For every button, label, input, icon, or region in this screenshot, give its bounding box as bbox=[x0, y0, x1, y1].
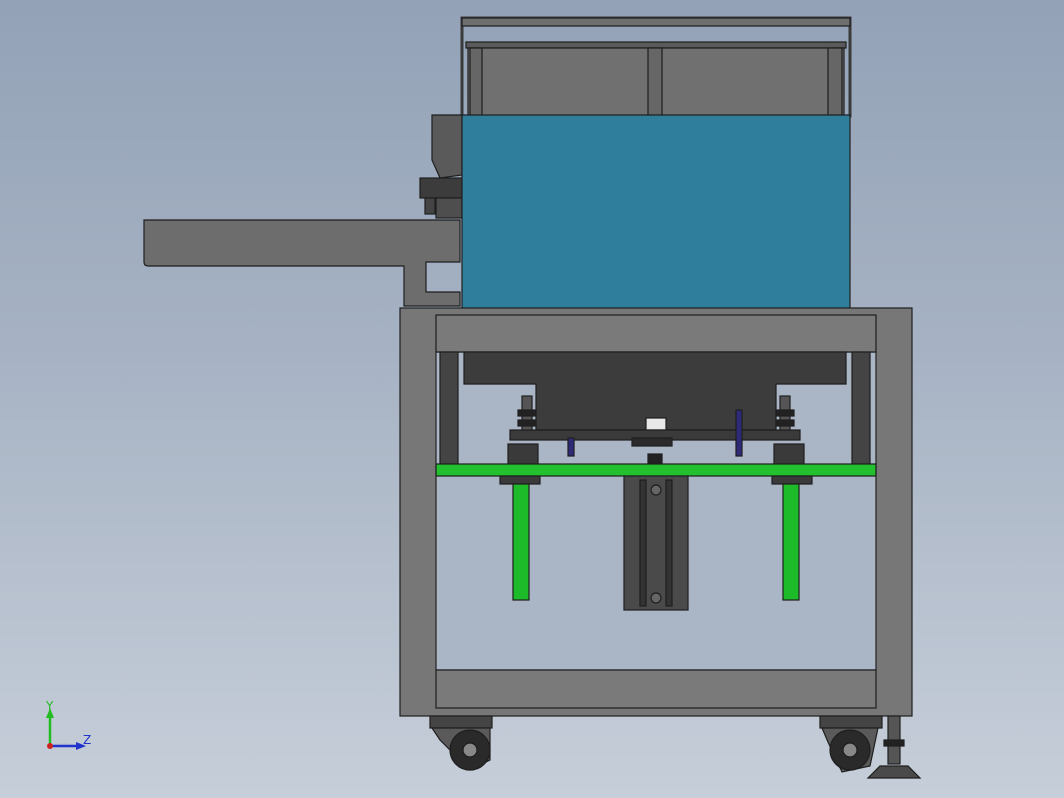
top-rail-crossbar bbox=[465, 41, 847, 49]
caster-mount-right bbox=[819, 715, 883, 729]
green-rod-left bbox=[512, 483, 530, 601]
top-box-divider-right bbox=[827, 47, 843, 117]
frame-bottom-beam bbox=[435, 669, 877, 709]
caster-hub-left bbox=[462, 742, 478, 758]
side-bracket-upper bbox=[431, 114, 463, 179]
leveling-foot-pad bbox=[866, 765, 922, 779]
caster-mount-left bbox=[429, 715, 493, 729]
triad-origin bbox=[47, 743, 53, 749]
mount-plate-lower bbox=[631, 437, 673, 447]
rod-collar-right bbox=[771, 475, 813, 485]
z-axis-label: Z bbox=[83, 733, 92, 747]
cylinder-cap bbox=[647, 453, 663, 465]
rod-collar-left bbox=[499, 475, 541, 485]
top-rail-bar bbox=[461, 17, 851, 27]
cylinder-bolt-bottom bbox=[650, 592, 662, 604]
y-axis-label: Y bbox=[46, 699, 54, 713]
top-box-divider-left bbox=[469, 47, 483, 117]
inner-post-left bbox=[439, 351, 459, 465]
hopper-window bbox=[645, 417, 667, 431]
adjust-nut-left-1 bbox=[517, 409, 537, 417]
leveling-foot-nut bbox=[883, 739, 905, 747]
side-bracket-plate bbox=[435, 197, 463, 219]
cad-viewport[interactable]: Y Z bbox=[0, 0, 1064, 798]
side-bracket-block bbox=[419, 177, 463, 199]
blue-tank bbox=[461, 114, 851, 310]
caster-hub-right bbox=[842, 742, 858, 758]
cylinder-slot-right bbox=[665, 479, 673, 607]
adjust-nut-right-1 bbox=[775, 409, 795, 417]
purple-bolt-left bbox=[567, 437, 575, 457]
green-plate bbox=[435, 463, 877, 477]
purple-bolt-right bbox=[735, 409, 743, 457]
guide-block-right bbox=[773, 443, 805, 465]
orientation-triad: Y Z bbox=[40, 700, 100, 760]
adjust-nut-right-2 bbox=[775, 419, 795, 427]
extension-arm bbox=[143, 219, 461, 307]
cylinder-bolt-top bbox=[650, 484, 662, 496]
frame-top-beam bbox=[435, 314, 877, 353]
adjust-nut-left-2 bbox=[517, 419, 537, 427]
side-bracket-screw bbox=[424, 197, 436, 215]
top-box-divider-center bbox=[647, 47, 663, 117]
central-cylinder bbox=[623, 475, 689, 611]
cylinder-slot-left bbox=[639, 479, 647, 607]
green-rod-right bbox=[782, 483, 800, 601]
machine-front-view bbox=[143, 16, 922, 779]
inner-post-right bbox=[851, 351, 871, 465]
guide-block-left bbox=[507, 443, 539, 465]
